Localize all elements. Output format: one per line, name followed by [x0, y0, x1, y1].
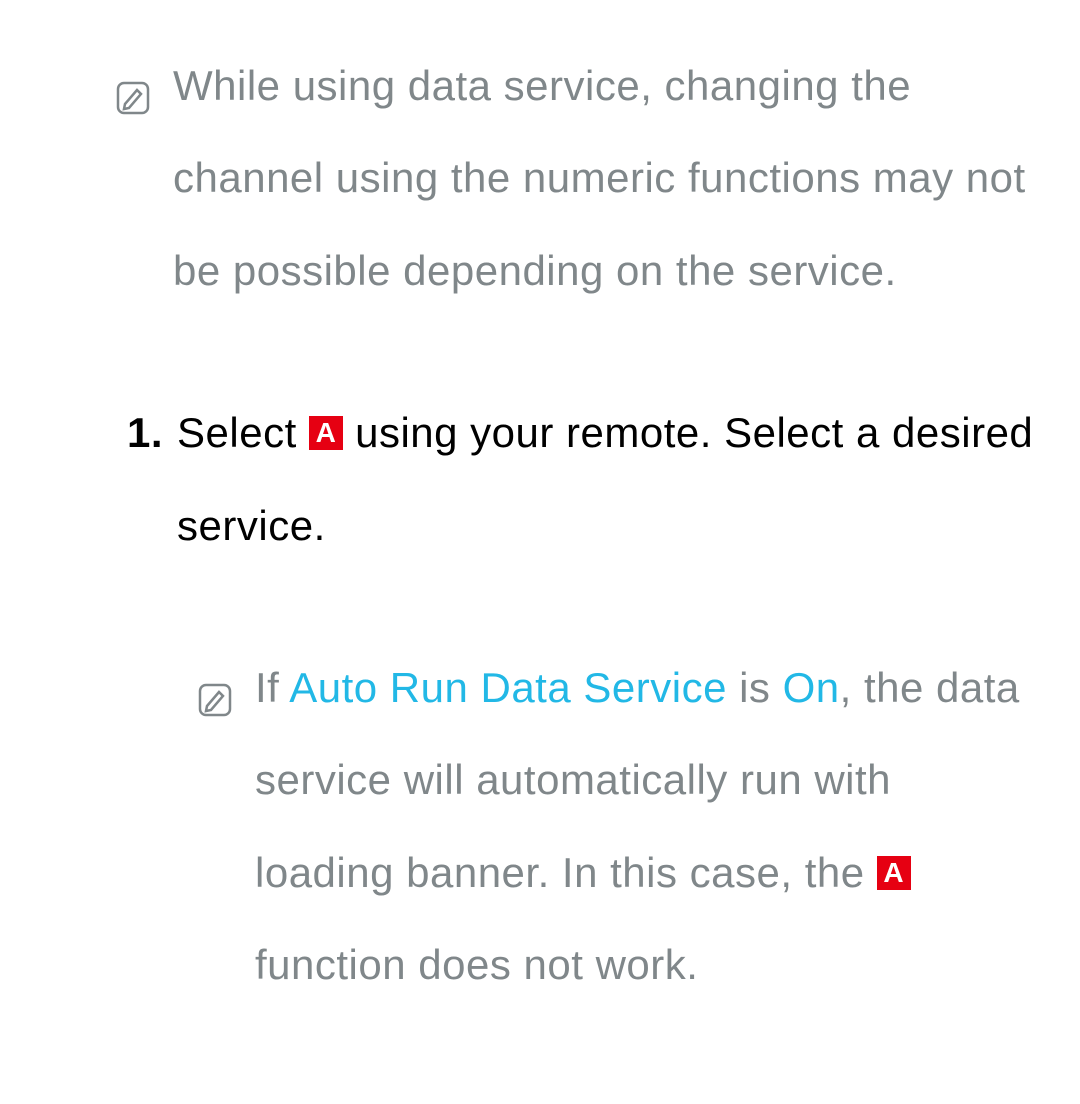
a-button-badge: A — [309, 416, 343, 450]
note-text-1: While using data service, changing the c… — [173, 40, 1040, 317]
note-text-2: If Auto Run Data Service is On, the data… — [255, 642, 1040, 1012]
highlight-on: On — [783, 664, 840, 711]
step-1: 1. Select A using your remote. Select a … — [115, 387, 1040, 572]
step-text-before: Select — [177, 409, 309, 456]
a-button-badge: A — [877, 856, 911, 890]
note2-mid1: is — [727, 664, 783, 711]
step-text-1: Select A using your remote. Select a des… — [177, 387, 1040, 572]
note2-after: function does not work. — [255, 941, 698, 988]
note-icon — [197, 658, 233, 694]
note-icon — [115, 56, 151, 92]
note2-before: If — [255, 664, 289, 711]
note-block-2: If Auto Run Data Service is On, the data… — [197, 642, 1040, 1012]
highlight-auto-run: Auto Run Data Service — [289, 664, 727, 711]
step-number: 1. — [127, 387, 163, 479]
note-block-1: While using data service, changing the c… — [115, 40, 1040, 317]
